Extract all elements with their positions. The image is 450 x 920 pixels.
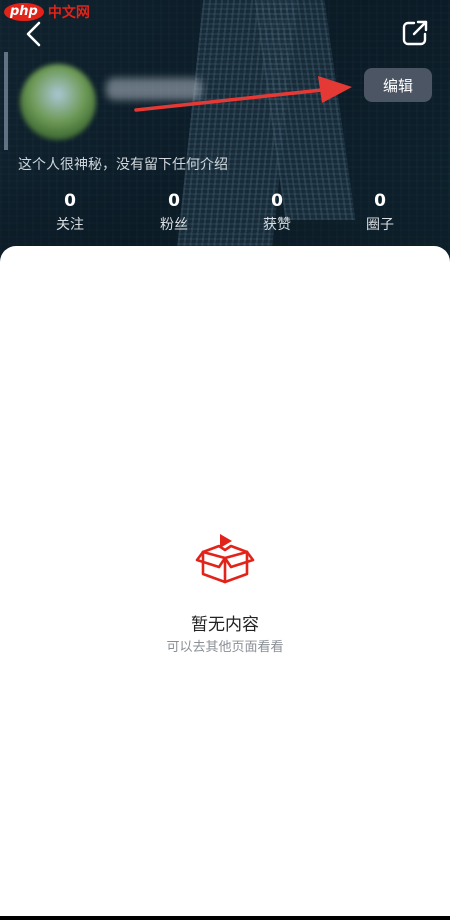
accent-bar: [4, 52, 8, 150]
empty-box-icon: [195, 534, 255, 584]
empty-state-subtitle: 可以去其他页面看看: [166, 640, 284, 655]
stat-followers[interactable]: 0 粉丝: [134, 190, 214, 236]
chevron-left-icon: [26, 21, 41, 47]
stat-value: 0: [168, 191, 180, 211]
stat-label: 关注: [56, 217, 84, 233]
watermark-text: 中文网: [47, 5, 90, 21]
stat-label: 圈子: [366, 217, 394, 233]
empty-state-title: 暂无内容: [191, 615, 259, 635]
stat-label: 获赞: [263, 217, 291, 233]
stat-following[interactable]: 0 关注: [30, 190, 110, 236]
back-button[interactable]: [20, 18, 48, 50]
stat-value: 0: [374, 191, 386, 211]
profile-screen: php 中文网 编辑 这个人很神秘，没有留下任何介绍 0 关注 0 粉丝 0 获…: [0, 0, 450, 920]
edit-profile-button[interactable]: 编辑: [364, 68, 432, 102]
nickname-blurred: [106, 78, 202, 100]
avatar[interactable]: [20, 64, 96, 140]
share-button[interactable]: [400, 18, 430, 48]
profile-info-row: [0, 52, 450, 152]
stat-label: 粉丝: [160, 217, 188, 233]
share-external-icon: [402, 20, 428, 46]
stat-value: 0: [64, 191, 76, 211]
profile-stats: 0 关注 0 粉丝 0 获赞 0 圈子: [0, 190, 450, 238]
bottom-edge-bar: [0, 916, 450, 920]
stat-circles[interactable]: 0 圈子: [340, 190, 420, 236]
profile-bio: 这个人很神秘，没有留下任何介绍: [18, 157, 228, 173]
stat-likes[interactable]: 0 获赞: [237, 190, 317, 236]
stat-value: 0: [271, 191, 283, 211]
